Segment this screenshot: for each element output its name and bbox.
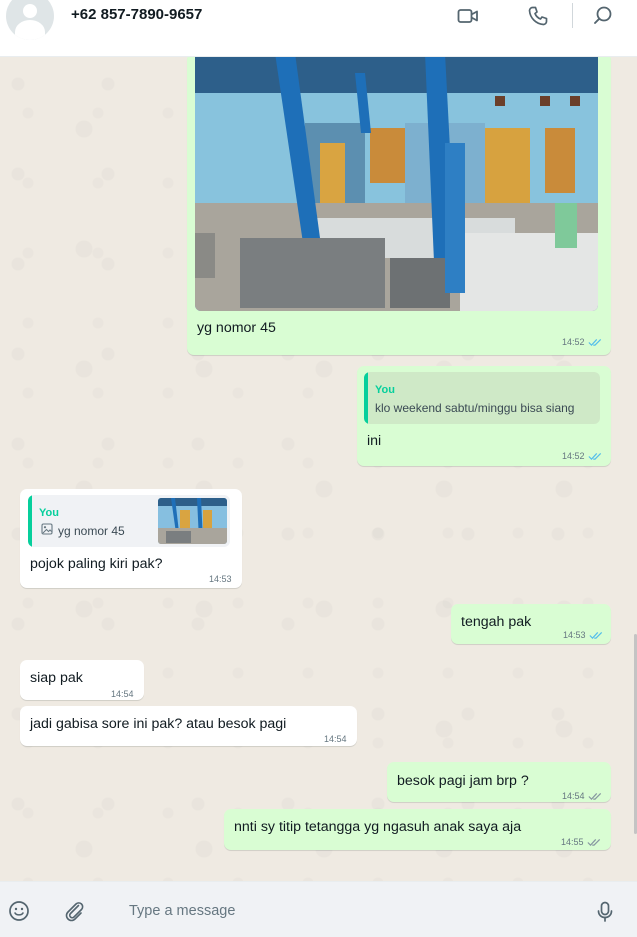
message-text: pojok paling kiri pak? [30,556,163,572]
delivered-ticks-icon [586,839,600,847]
message-meta: 14:52 [562,333,602,352]
message-caption: yg nomor 45 [197,320,276,336]
message-meta: 14:53 [209,570,232,589]
quote-photo-thumbnail [158,498,227,544]
search-icon[interactable] [591,4,615,28]
message-meta: 14:55 [561,833,601,852]
message-meta: 14:54 [562,787,602,806]
message-time: 14:54 [324,734,347,744]
message-meta: 14:54 [111,685,134,704]
message-list[interactable]: yg nomor 45 14:52 You klo weekend sabtu/… [0,57,637,881]
quoted-message[interactable]: You klo weekend sabtu/minggu bisa siang [364,372,600,424]
message-bubble[interactable]: tengah pak 14:53 [451,604,611,644]
message-input[interactable] [116,892,576,930]
attach-icon[interactable] [62,899,86,923]
quoted-message[interactable]: You yg nomor 45 [28,495,230,547]
message-bubble[interactable]: nnti sy titip tetangga yg ngasuh anak sa… [224,809,611,850]
message-bubble[interactable]: siap pak 14:54 [20,660,144,700]
microphone-icon[interactable] [593,900,617,924]
quote-text: klo weekend sabtu/minggu bisa siang [375,401,575,415]
message-time: 14:55 [561,837,584,847]
message-time: 14:54 [562,791,585,801]
message-time: 14:53 [563,630,586,640]
message-composer [0,881,637,937]
emoji-icon[interactable] [7,899,31,923]
message-bubble[interactable]: jadi gabisa sore ini pak? atau besok pag… [20,706,357,746]
video-call-icon[interactable] [456,4,480,28]
message-time: 14:54 [111,689,134,699]
message-text: tengah pak [461,614,532,630]
chat-header: +62 857-7890-9657 [0,0,637,57]
header-divider [572,3,573,28]
message-bubble[interactable]: besok pagi jam brp ? 14:54 [387,762,611,802]
message-time: 14:52 [562,337,585,347]
quote-text: yg nomor 45 [58,524,125,538]
message-text: siap pak [30,670,83,686]
message-bubble-image[interactable]: yg nomor 45 14:52 [187,57,611,355]
photo-icon [41,523,53,535]
message-meta: 14:52 [562,447,602,466]
quote-author: You [39,507,59,519]
message-text: jadi gabisa sore ini pak? atau besok pag… [30,716,287,732]
read-ticks-icon [587,453,601,461]
message-bubble-reply[interactable]: You yg nomor 45 pojok paling kiri pak? 1… [20,489,242,588]
read-ticks-icon [587,339,601,347]
voice-call-icon[interactable] [526,4,550,28]
message-bubble-reply[interactable]: You klo weekend sabtu/minggu bisa siang … [357,366,611,466]
message-time: 14:53 [209,574,232,584]
message-time: 14:52 [562,451,585,461]
message-photo[interactable] [195,57,598,311]
contact-avatar[interactable] [6,0,54,40]
message-text: ini [367,433,382,449]
delivered-ticks-icon [587,793,601,801]
quote-accent-bar [364,372,368,424]
contact-name[interactable]: +62 857-7890-9657 [71,6,202,23]
quote-author: You [375,384,395,396]
message-text: besok pagi jam brp ? [397,773,529,789]
message-meta: 14:54 [324,730,347,749]
read-ticks-icon [588,632,602,640]
message-text: nnti sy titip tetangga yg ngasuh anak sa… [234,819,522,835]
quote-accent-bar [28,495,32,547]
message-meta: 14:53 [563,626,603,645]
